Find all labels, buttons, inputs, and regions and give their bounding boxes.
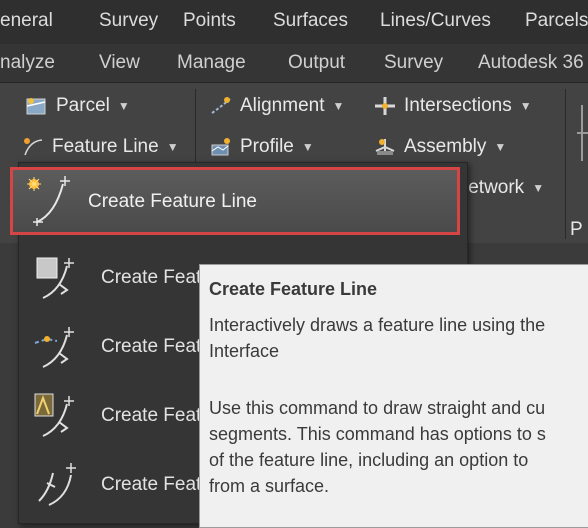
- chevron-down-icon: ▼: [532, 181, 545, 195]
- dropdown-item-create-feature-line[interactable]: Create Feature Line: [10, 167, 460, 235]
- chevron-down-icon: ▼: [332, 99, 345, 113]
- intersections-label: Intersections: [404, 95, 512, 116]
- tab-general[interactable]: eneral: [0, 10, 53, 32]
- chevron-down-icon: ▼: [519, 99, 532, 113]
- tab-points[interactable]: Points: [183, 10, 236, 32]
- dropdown-item-label: Create Featu: [101, 405, 212, 426]
- tab-survey-2[interactable]: Survey: [384, 52, 443, 74]
- feature-line-icon: [22, 137, 44, 157]
- ribbon-right-edge-icon: [577, 103, 588, 163]
- tooltip-detail: of the feature line, including an option…: [209, 450, 529, 470]
- tooltip-detail: Use this command to draw straight and cu: [209, 398, 546, 418]
- tooltip-detail: from a surface.: [209, 476, 330, 496]
- panel-separator: [565, 89, 566, 239]
- alignment-label: Alignment: [240, 95, 325, 116]
- tab-manage[interactable]: Manage: [177, 52, 246, 74]
- chevron-down-icon: ▼: [301, 140, 314, 154]
- ribbon-tab-row-1: eneral Survey Points Surfaces Lines/Curv…: [0, 0, 588, 44]
- panel-partial-label: P: [570, 219, 583, 240]
- parcel-button[interactable]: Parcel ▼: [26, 95, 130, 117]
- profile-button[interactable]: Profile ▼: [210, 136, 314, 158]
- dropdown-item-label: Create Featu: [101, 336, 212, 357]
- tab-survey[interactable]: Survey: [99, 10, 158, 32]
- tooltip: Create Feature Line Interactively draws …: [199, 264, 588, 528]
- feature-line-from-objects-icon: [33, 254, 81, 302]
- assembly-icon: [374, 137, 396, 157]
- alignment-icon: [210, 96, 232, 116]
- alignment-button[interactable]: Alignment ▼: [210, 95, 344, 117]
- assembly-label: Assembly: [404, 136, 487, 157]
- dropdown-item-label: Create Featu: [101, 474, 212, 495]
- tab-view[interactable]: View: [99, 52, 140, 74]
- parcel-label: Parcel: [56, 95, 110, 116]
- intersections-icon: [374, 96, 396, 116]
- parcel-icon: [26, 96, 48, 116]
- tooltip-description: Interactively draws a feature line using…: [209, 315, 546, 335]
- tooltip-title: Create Feature Line: [209, 279, 378, 299]
- tooltip-detail: segments. This command has options to s: [209, 424, 546, 444]
- feature-line-from-alignment-icon: [33, 323, 81, 371]
- tab-surfaces[interactable]: Surfaces: [273, 10, 348, 32]
- feature-line-from-corridor-icon: [33, 392, 81, 440]
- tab-output[interactable]: Output: [288, 52, 345, 74]
- chevron-down-icon: ▼: [494, 140, 507, 154]
- tab-analyze[interactable]: nalyze: [0, 52, 55, 74]
- tab-lines-curves[interactable]: Lines/Curves: [380, 10, 491, 32]
- pipe-network-button[interactable]: letwork ▼: [464, 177, 544, 199]
- feature-line-label: Feature Line: [52, 136, 159, 157]
- tab-parcels[interactable]: Parcels: [525, 10, 588, 32]
- ribbon-tab-row-2: nalyze View Manage Output Survey Autodes…: [0, 44, 588, 83]
- chevron-down-icon: ▼: [117, 99, 130, 113]
- profile-icon: [210, 137, 232, 157]
- dropdown-item-label: Create Featu: [101, 267, 212, 288]
- profile-label: Profile: [240, 136, 294, 157]
- tab-autodesk-360[interactable]: Autodesk 36: [478, 52, 584, 74]
- pipe-network-label: letwork: [464, 177, 525, 198]
- create-feature-line-icon: [25, 174, 79, 228]
- feature-line-stepped-offset-icon: [33, 461, 81, 509]
- assembly-button[interactable]: Assembly ▼: [374, 136, 506, 158]
- intersections-button[interactable]: Intersections ▼: [374, 95, 532, 117]
- tooltip-description: Interface: [209, 341, 280, 361]
- create-feature-line-label: Create Feature Line: [88, 191, 257, 212]
- chevron-down-icon: ▼: [166, 140, 179, 154]
- feature-line-button[interactable]: Feature Line ▼: [22, 136, 179, 158]
